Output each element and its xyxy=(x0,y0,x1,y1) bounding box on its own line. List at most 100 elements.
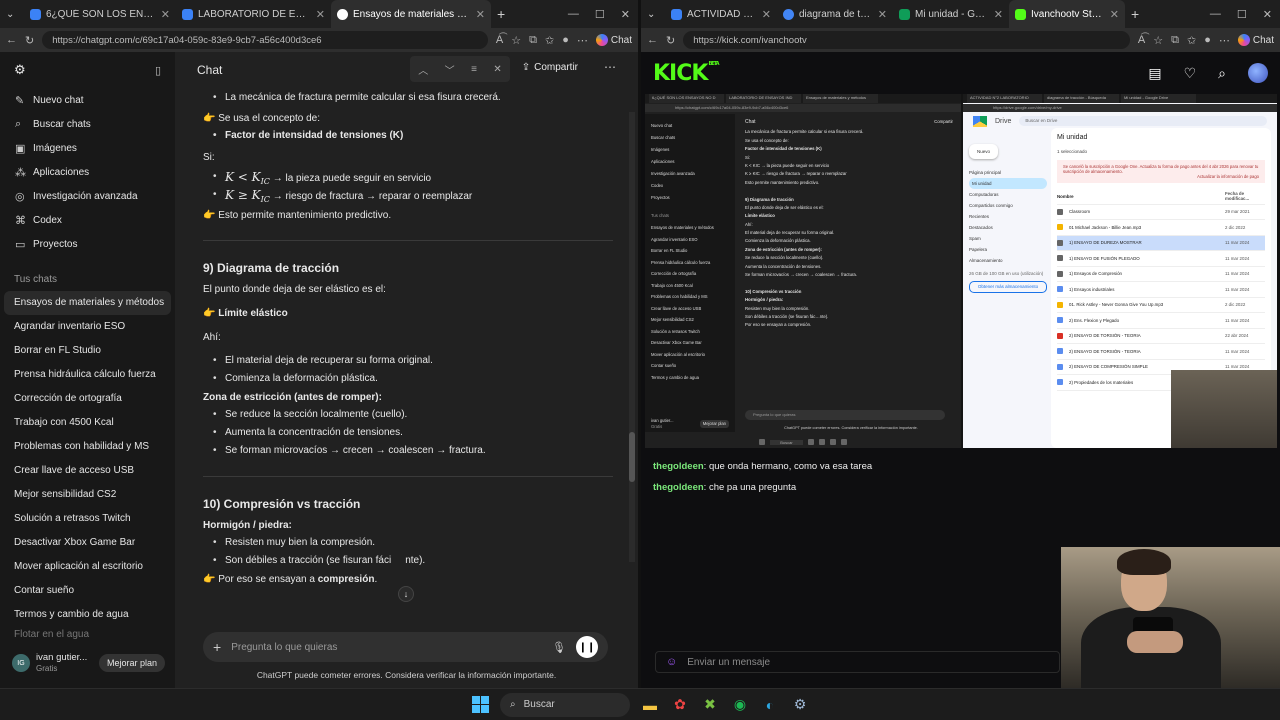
close-icon[interactable]: ✕ xyxy=(878,8,887,21)
scrollbar-thumb[interactable] xyxy=(629,432,635,482)
back-icon[interactable]: ← xyxy=(6,34,17,46)
chat-history-item[interactable]: Mover aplicación al escritorio xyxy=(0,555,175,579)
url-field[interactable]: https://kick.com/ivanchootv xyxy=(683,31,1130,49)
file-explorer-icon[interactable]: ▬ xyxy=(640,695,660,715)
left-tab-3-active[interactable]: Ensayos de materiales y métodos ✕ xyxy=(331,0,491,28)
maximize-icon[interactable]: ☐ xyxy=(1229,8,1255,21)
minimize-icon[interactable]: — xyxy=(560,8,587,21)
chat-history-item[interactable]: Trabajo con 4500 Kcal xyxy=(0,411,175,435)
model-selector[interactable]: Chat xyxy=(197,63,222,77)
extensions-icon[interactable]: ⧉ xyxy=(1171,34,1179,47)
toggle-sidebar-icon[interactable]: ▯ xyxy=(155,64,161,77)
taskbar-search[interactable]: ⌕ Buscar xyxy=(500,692,630,717)
sidebar-nav-item[interactable]: ⌘ Codex xyxy=(0,208,175,232)
menu-dots-icon[interactable]: ⋯ xyxy=(1219,34,1230,47)
chat-history-item[interactable]: Agrandar inventario ESO xyxy=(0,315,175,339)
chat-history-item[interactable]: Termos y cambio de agua xyxy=(0,603,175,627)
chat-history-item[interactable]: Corrección de ortografía xyxy=(0,387,175,411)
app-icon[interactable]: ✿ xyxy=(670,695,690,715)
chat-history-item[interactable]: Desactivar Xbox Game Bar xyxy=(0,531,175,555)
sidebar-nav-item[interactable]: ⁂ Aplicaciones xyxy=(0,160,175,184)
stream-video-player[interactable]: 6¿QUÉ SON LOS ENSAYOS NO D LABORATORIO DE… xyxy=(645,94,1277,448)
close-icon[interactable]: ✕ xyxy=(762,8,771,21)
read-aloud-icon[interactable]: A͡ xyxy=(1138,34,1145,46)
left-tab-2[interactable]: LABORATORIO DE ENSAYOS IND ✕ xyxy=(176,0,331,28)
scrollbar[interactable] xyxy=(629,112,635,562)
right-tab-1[interactable]: ACTIVIDAD N°2 LABO ✕ xyxy=(665,0,777,28)
openai-logo-icon[interactable]: ⚙ xyxy=(14,62,26,78)
new-tab-button[interactable]: + xyxy=(491,0,517,28)
reload-icon[interactable]: ↻ xyxy=(666,34,675,47)
back-icon[interactable]: ← xyxy=(647,34,658,46)
kick-logo[interactable]: KICKBETA xyxy=(653,61,720,86)
steam-icon[interactable]: ⚙ xyxy=(790,695,810,715)
read-aloud-icon[interactable]: A͡ xyxy=(496,34,503,46)
chat-history-item[interactable]: Borrar en FL Studio xyxy=(0,339,175,363)
favorite-star-icon[interactable]: ☆ xyxy=(511,34,521,47)
share-button[interactable]: ⇪ Compartir xyxy=(522,62,578,73)
close-window-icon[interactable]: ✕ xyxy=(1255,8,1280,21)
add-attachment-icon[interactable]: + xyxy=(213,639,221,655)
sidebar-nav-item[interactable]: ▣ Imágenes xyxy=(0,136,175,160)
spotify-icon[interactable]: ◉ xyxy=(730,695,750,715)
sidebar-nav-item[interactable]: ✎ Nuevo chat xyxy=(0,88,175,112)
close-icon[interactable]: ✕ xyxy=(161,8,170,21)
url-field[interactable]: https://chatgpt.com/c/69c17a04-059c-83e9… xyxy=(42,31,488,49)
chat-history-item[interactable]: Ensayos de materiales y métodos xyxy=(4,291,171,315)
voice-mode-button[interactable]: ❙❙ xyxy=(576,636,598,658)
copilot-chat-button[interactable]: Chat xyxy=(1237,34,1274,46)
user-menu[interactable]: IG ivan gutier... Gratis Mejorar plan xyxy=(0,646,175,680)
copilot-chat-button[interactable]: Chat xyxy=(595,34,632,46)
profile-avatar-icon[interactable]: ● xyxy=(562,34,569,46)
tab-list-button[interactable]: ⌄ xyxy=(0,0,24,28)
chat-username[interactable]: thegoldeen xyxy=(653,482,704,493)
chat-history-item[interactable]: Solución a retrasos Twitch xyxy=(0,507,175,531)
close-window-icon[interactable]: ✕ xyxy=(613,8,638,21)
sidebar-nav-item[interactable]: ◎ Investigación avanzada xyxy=(0,184,175,208)
close-icon[interactable]: ✕ xyxy=(476,8,485,21)
extensions-icon[interactable]: ⧉ xyxy=(529,34,537,47)
xbox-icon[interactable]: ✖ xyxy=(700,695,720,715)
find-next-icon[interactable]: ﹀ xyxy=(445,62,455,77)
left-tab-1[interactable]: 6¿QUÉ SON LOS ENSAYOS NO D ✕ xyxy=(24,0,176,28)
minimize-icon[interactable]: — xyxy=(1202,8,1229,21)
maximize-icon[interactable]: ☐ xyxy=(587,8,613,21)
profile-avatar-icon[interactable]: ● xyxy=(1204,34,1211,46)
menu-dots-icon[interactable]: ⋯ xyxy=(577,34,588,47)
sidebar-nav-item[interactable]: ▭ Proyectos xyxy=(0,232,175,256)
chat-history-item[interactable]: Problemas con habilidad y MS xyxy=(0,435,175,459)
close-icon[interactable]: ✕ xyxy=(994,8,1003,21)
avatar[interactable] xyxy=(1248,63,1268,83)
upgrade-plan-button[interactable]: Mejorar plan xyxy=(98,654,165,672)
favorites-icon[interactable]: ✩ xyxy=(545,34,554,47)
sidebar-nav-item[interactable]: ⌕ Buscar chats xyxy=(0,112,175,136)
tab-list-button[interactable]: ⌄ xyxy=(641,0,665,28)
store-icon[interactable]: ▤ xyxy=(1148,65,1161,82)
find-previous-icon[interactable]: ︿ xyxy=(418,62,428,77)
search-icon[interactable]: ⌕ xyxy=(1218,65,1226,82)
more-options-icon[interactable]: ⋯ xyxy=(604,60,616,74)
edge-icon[interactable]: ◐ xyxy=(760,695,780,715)
chat-message-input[interactable]: ☺ Enviar un mensaje xyxy=(655,651,1060,673)
close-icon[interactable]: ✕ xyxy=(316,8,325,21)
reload-icon[interactable]: ↻ xyxy=(25,34,34,47)
chat-username[interactable]: thegoldeen xyxy=(653,461,704,472)
chat-history-item[interactable]: Prensa hidráulica cálculo fuerza xyxy=(0,363,175,387)
close-icon[interactable]: ✕ xyxy=(1110,8,1119,21)
prompt-input[interactable]: + Pregunta lo que quieras 🎙 ❙❙ xyxy=(203,632,608,662)
prompt-placeholder[interactable]: Pregunta lo que quieras xyxy=(231,642,542,653)
microphone-icon[interactable]: 🎙 xyxy=(552,641,566,654)
chat-history-item[interactable]: Contar sueño xyxy=(0,579,175,603)
chat-history-item[interactable]: Flotar en el agua xyxy=(0,627,175,643)
chat-history-item[interactable]: Mejor sensibilidad CS2 xyxy=(0,483,175,507)
scroll-down-button[interactable]: ↓ xyxy=(398,586,414,602)
chat-history-item[interactable]: Crear llave de acceso USB xyxy=(0,459,175,483)
favorite-star-icon[interactable]: ☆ xyxy=(1153,34,1163,47)
emote-icon[interactable]: ☺ xyxy=(666,656,677,668)
right-tab-3[interactable]: Mi unidad - Google D ✕ xyxy=(893,0,1009,28)
right-tab-4-active[interactable]: Ivanchootv Stream - V ✕ xyxy=(1009,0,1125,28)
favorites-icon[interactable]: ✩ xyxy=(1187,34,1196,47)
find-options-icon[interactable]: ≡ xyxy=(471,64,477,75)
heart-icon[interactable]: ♡ xyxy=(1184,65,1197,82)
new-tab-button[interactable]: + xyxy=(1125,0,1151,28)
